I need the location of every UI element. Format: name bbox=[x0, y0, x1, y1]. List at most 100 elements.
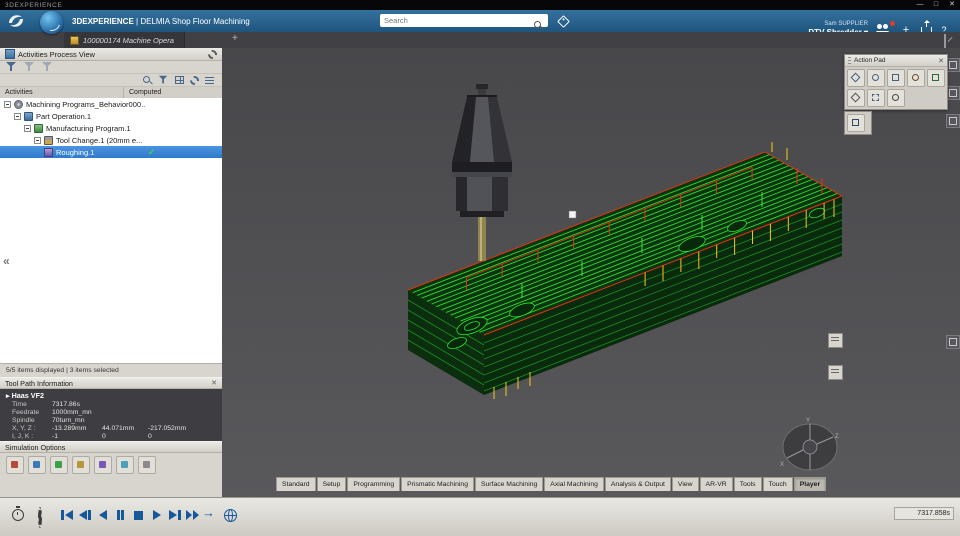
view-settings-button[interactable] bbox=[887, 89, 905, 107]
filter-funnel-icon[interactable] bbox=[6, 62, 17, 72]
action-pad-extension[interactable] bbox=[844, 111, 872, 135]
rotate-view-button[interactable] bbox=[867, 69, 885, 87]
new-tab-button[interactable]: + bbox=[232, 33, 238, 44]
sim-compare-button[interactable] bbox=[116, 456, 134, 474]
tab-tools[interactable]: Tools bbox=[734, 477, 762, 491]
action-pad-header[interactable]: Action Pad ✕ bbox=[845, 55, 947, 67]
svg-text:Y: Y bbox=[806, 418, 810, 424]
sim-material-removal-button[interactable] bbox=[6, 456, 24, 474]
play-button[interactable] bbox=[148, 507, 165, 523]
maximize-button[interactable]: □ bbox=[928, 0, 944, 10]
sim-tool-display-button[interactable] bbox=[28, 456, 46, 474]
pan-view-button[interactable] bbox=[887, 69, 905, 87]
machine-name: Haas VF2 bbox=[12, 391, 44, 400]
tab-surface-machining[interactable]: Surface Machining bbox=[475, 477, 543, 491]
tree-row[interactable]: Tool Change.1 (20mm e... bbox=[0, 134, 222, 146]
search-icon[interactable] bbox=[534, 21, 542, 29]
3dexperience-sphere-logo[interactable] bbox=[40, 11, 63, 34]
tool-path-info-body: ▸ Haas VF2 Time7317.86s Feedrate1000mm_m… bbox=[0, 389, 222, 441]
document-tab[interactable]: 100000174 Machine Opera bbox=[64, 32, 185, 48]
section-view-button[interactable] bbox=[867, 89, 885, 107]
filter-clear-icon[interactable] bbox=[42, 62, 53, 72]
viewport-flyout-button-2[interactable] bbox=[828, 365, 843, 380]
filter-edit-icon[interactable] bbox=[24, 62, 35, 72]
feedrate-label: Feedrate bbox=[12, 409, 52, 417]
close-panel-icon[interactable]: ✕ bbox=[211, 379, 217, 387]
select-tool-button[interactable] bbox=[847, 69, 865, 87]
dock-panel-button-4[interactable] bbox=[946, 335, 960, 349]
expander-icon[interactable]: ▸ bbox=[6, 391, 10, 400]
tab-prismatic-machining[interactable]: Prismatic Machining bbox=[401, 477, 474, 491]
tree-item-label: Tool Change.1 (20mm e... bbox=[56, 136, 142, 145]
collapse-expander-icon[interactable] bbox=[24, 125, 31, 132]
tree-settings-icon[interactable] bbox=[190, 76, 199, 85]
fast-forward-button[interactable] bbox=[184, 507, 201, 523]
step-forward-button[interactable] bbox=[166, 507, 183, 523]
sim-save-state-button[interactable] bbox=[94, 456, 112, 474]
panel-settings-gear-icon[interactable] bbox=[208, 50, 217, 59]
simulation-options-header[interactable]: Simulation Options bbox=[0, 441, 222, 453]
iso-view-button[interactable] bbox=[847, 89, 865, 107]
part-operation-icon bbox=[24, 112, 33, 121]
tab-player[interactable]: Player bbox=[794, 477, 826, 491]
tool-path-info-header[interactable]: Tool Path Information ✕ bbox=[0, 377, 222, 389]
sim-collision-button[interactable] bbox=[50, 456, 68, 474]
dock-panel-button-1[interactable] bbox=[946, 58, 960, 72]
play-backward-button[interactable] bbox=[94, 507, 111, 523]
skip-to-start-button[interactable] bbox=[58, 507, 75, 523]
tree-item-label: Manufacturing Program.1 bbox=[46, 124, 131, 133]
collapse-panel-icon[interactable]: « bbox=[3, 254, 10, 268]
dock-panel-button-2[interactable] bbox=[946, 86, 960, 100]
tab-touch[interactable]: Touch bbox=[763, 477, 793, 491]
pause-button[interactable] bbox=[112, 507, 129, 523]
tab-analysis-output[interactable]: Analysis & Output bbox=[605, 477, 671, 491]
tree-status-text: 5/5 items displayed | 3 items selected bbox=[6, 367, 119, 374]
fit-all-button[interactable] bbox=[927, 69, 945, 87]
time-label: Time bbox=[12, 401, 52, 409]
drag-handle-icon[interactable] bbox=[848, 57, 851, 64]
search-input[interactable] bbox=[380, 14, 538, 27]
collapse-expander-icon[interactable] bbox=[4, 101, 11, 108]
minimize-button[interactable]: — bbox=[912, 0, 928, 10]
action-pad[interactable]: Action Pad ✕ bbox=[844, 54, 948, 110]
tab-ar-vr[interactable]: AR-VR bbox=[700, 477, 733, 491]
network-simulation-icon[interactable] bbox=[224, 509, 237, 522]
tab-setup[interactable]: Setup bbox=[317, 477, 347, 491]
tab-standard[interactable]: Standard bbox=[276, 477, 316, 491]
sim-options-button[interactable] bbox=[138, 456, 156, 474]
viewport-flyout-button-1[interactable] bbox=[828, 333, 843, 348]
stopwatch-icon[interactable] bbox=[12, 509, 24, 521]
tree-search-icon[interactable] bbox=[143, 76, 152, 85]
tree-filter-icon[interactable] bbox=[159, 76, 168, 85]
view-compass: Y Z X bbox=[780, 418, 839, 470]
close-button[interactable]: ✕ bbox=[944, 0, 960, 10]
dock-panel-button-3[interactable] bbox=[946, 114, 960, 128]
search-box bbox=[380, 14, 548, 27]
panel-header[interactable]: Activities Process View bbox=[0, 48, 222, 61]
collapse-expander-icon[interactable] bbox=[14, 113, 21, 120]
tree-toggle-button[interactable] bbox=[847, 114, 865, 132]
collapse-expander-icon[interactable] bbox=[34, 137, 41, 144]
step-backward-button[interactable] bbox=[76, 507, 93, 523]
sim-analysis-button[interactable] bbox=[72, 456, 90, 474]
tab-axial-machining[interactable]: Axial Machining bbox=[544, 477, 604, 491]
tree-row[interactable]: Manufacturing Program.1 bbox=[0, 122, 222, 134]
tab-view[interactable]: View bbox=[672, 477, 699, 491]
tab-programming[interactable]: Programming bbox=[347, 477, 400, 491]
list-view-icon[interactable] bbox=[205, 77, 214, 84]
tree-row-selected[interactable]: Roughing.1 ✓ bbox=[0, 146, 222, 158]
player-settings-gear-icon[interactable] bbox=[38, 507, 42, 528]
tree-row[interactable]: Part Operation.1 bbox=[0, 110, 222, 122]
simulation-time-field[interactable]: 7317.858s bbox=[894, 507, 954, 520]
tag-button[interactable] bbox=[556, 14, 571, 28]
column-activities[interactable]: Activities bbox=[0, 87, 124, 98]
tree-item-label: Part Operation.1 bbox=[36, 112, 91, 121]
zoom-view-button[interactable] bbox=[907, 69, 925, 87]
columns-icon[interactable] bbox=[175, 76, 184, 84]
close-action-pad-icon[interactable]: ✕ bbox=[938, 57, 944, 65]
jump-to-end-icon[interactable]: → bbox=[202, 505, 215, 520]
stop-button[interactable] bbox=[130, 507, 147, 523]
column-computed[interactable]: Computed bbox=[124, 87, 222, 98]
brand-name: 3DEXPERIENCE bbox=[72, 17, 134, 26]
tree-row[interactable]: Machining Programs_Behavior000.. bbox=[0, 98, 222, 110]
